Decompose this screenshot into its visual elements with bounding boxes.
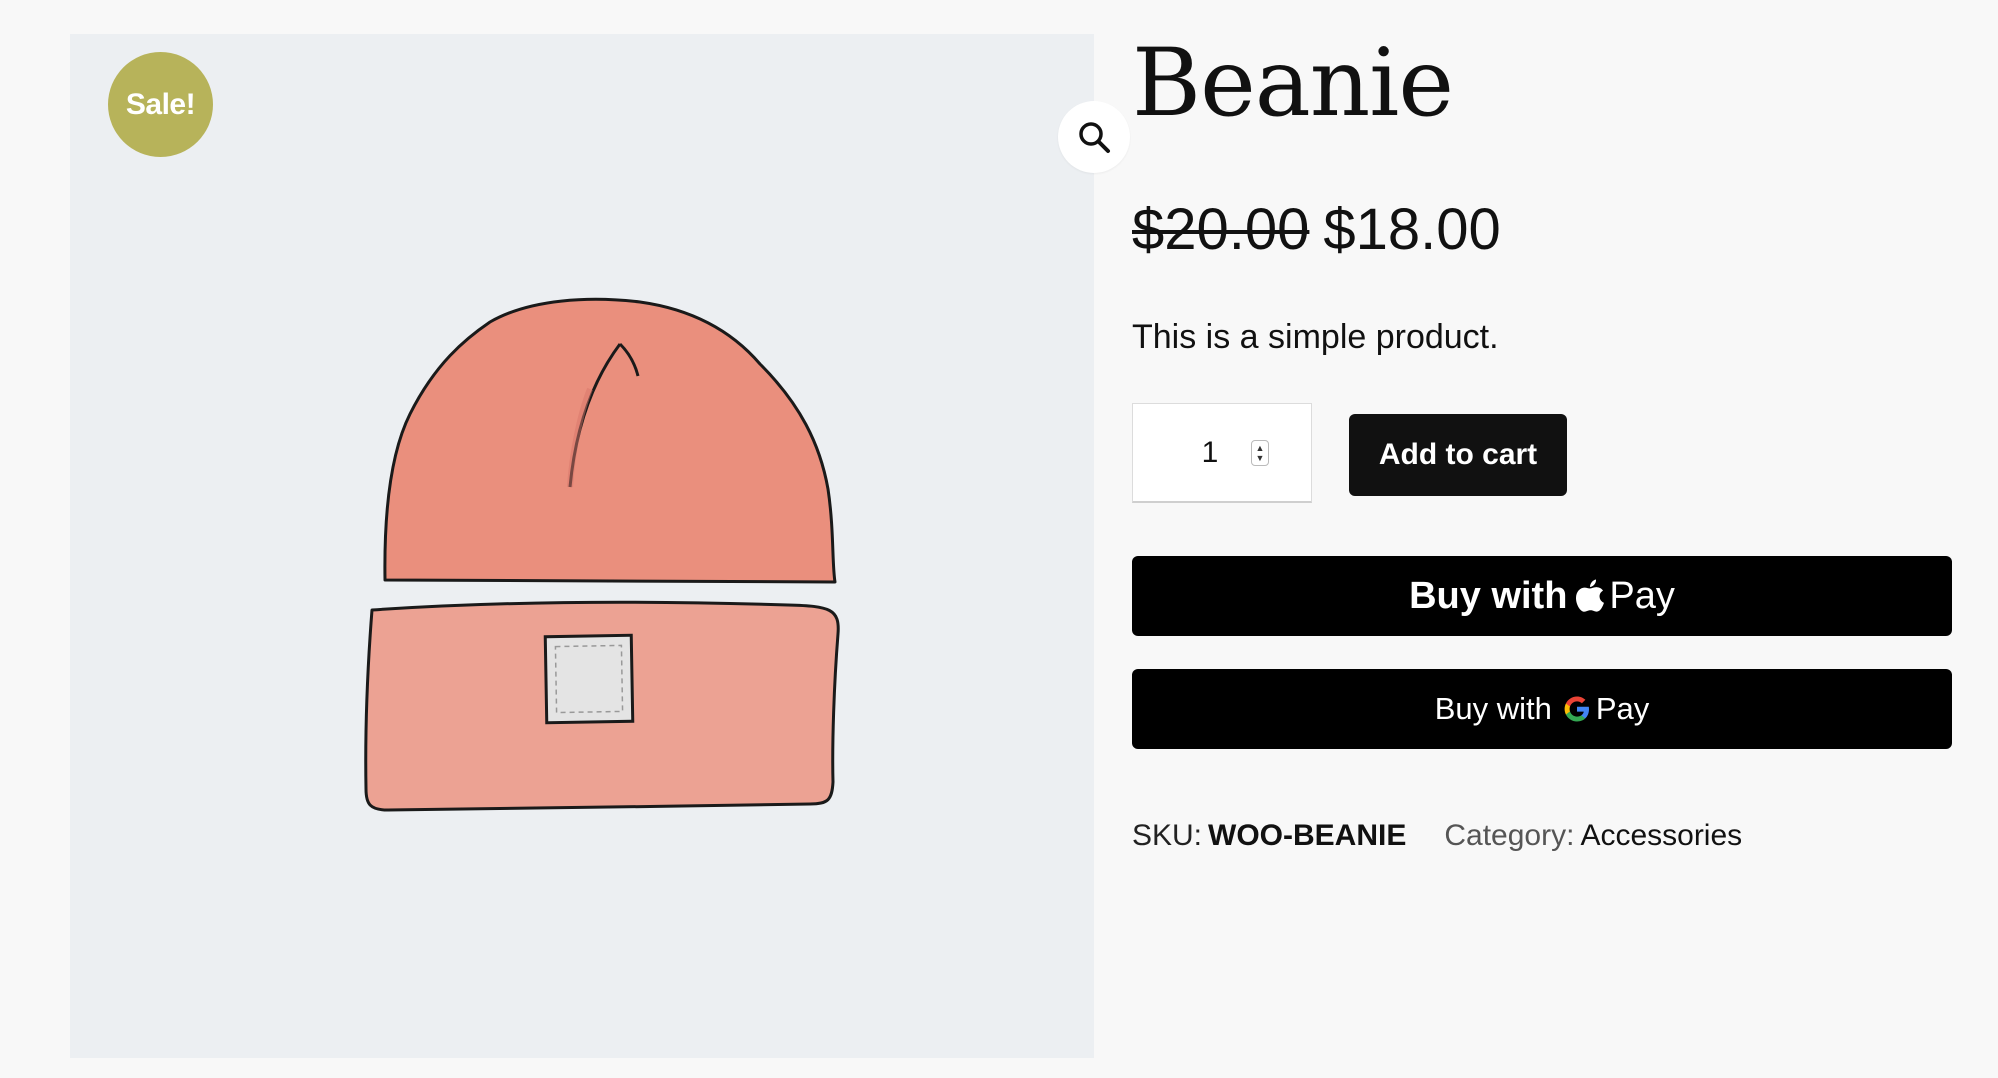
apple-pay-word: Pay bbox=[1609, 574, 1675, 617]
category-label: Category: bbox=[1444, 819, 1575, 852]
product-meta: SKU: WOO-BEANIE Category: Accessories bbox=[1132, 819, 1742, 853]
short-description: This is a simple product. bbox=[1132, 318, 1499, 356]
product-title: Beanie bbox=[1132, 29, 1454, 138]
apple-pay-prefix: Buy with bbox=[1409, 574, 1568, 617]
google-pay-button[interactable]: Buy with Pay bbox=[1132, 669, 1952, 749]
quantity-value: 1 bbox=[1201, 436, 1219, 469]
apple-pay-button[interactable]: Buy with Pay bbox=[1132, 556, 1952, 636]
sku-label: SKU: bbox=[1132, 819, 1203, 852]
google-pay-word: Pay bbox=[1595, 691, 1650, 726]
product-price: $20.00 $18.00 bbox=[1132, 196, 1501, 263]
zoom-button[interactable] bbox=[1058, 101, 1130, 173]
regular-price: $20.00 bbox=[1132, 197, 1310, 262]
beanie-product-image[interactable] bbox=[70, 34, 1094, 1058]
sale-badge: Sale! bbox=[108, 52, 213, 157]
google-pay-prefix: Buy with bbox=[1434, 691, 1552, 726]
search-icon bbox=[1079, 122, 1110, 153]
sale-price: $18.00 bbox=[1323, 197, 1501, 262]
category-link[interactable]: Accessories bbox=[1580, 819, 1742, 852]
product-gallery: Sale! bbox=[70, 34, 1130, 1058]
add-to-cart-button[interactable]: Add to cart bbox=[1349, 414, 1567, 496]
sku-value: WOO-BEANIE bbox=[1208, 819, 1407, 852]
google-g-icon bbox=[1564, 696, 1589, 722]
apple-logo-icon bbox=[1576, 579, 1605, 612]
quantity-spinner-icon[interactable]: ▲ ▼ bbox=[1251, 440, 1269, 466]
quantity-input[interactable]: 1 ▲ ▼ bbox=[1132, 403, 1312, 503]
